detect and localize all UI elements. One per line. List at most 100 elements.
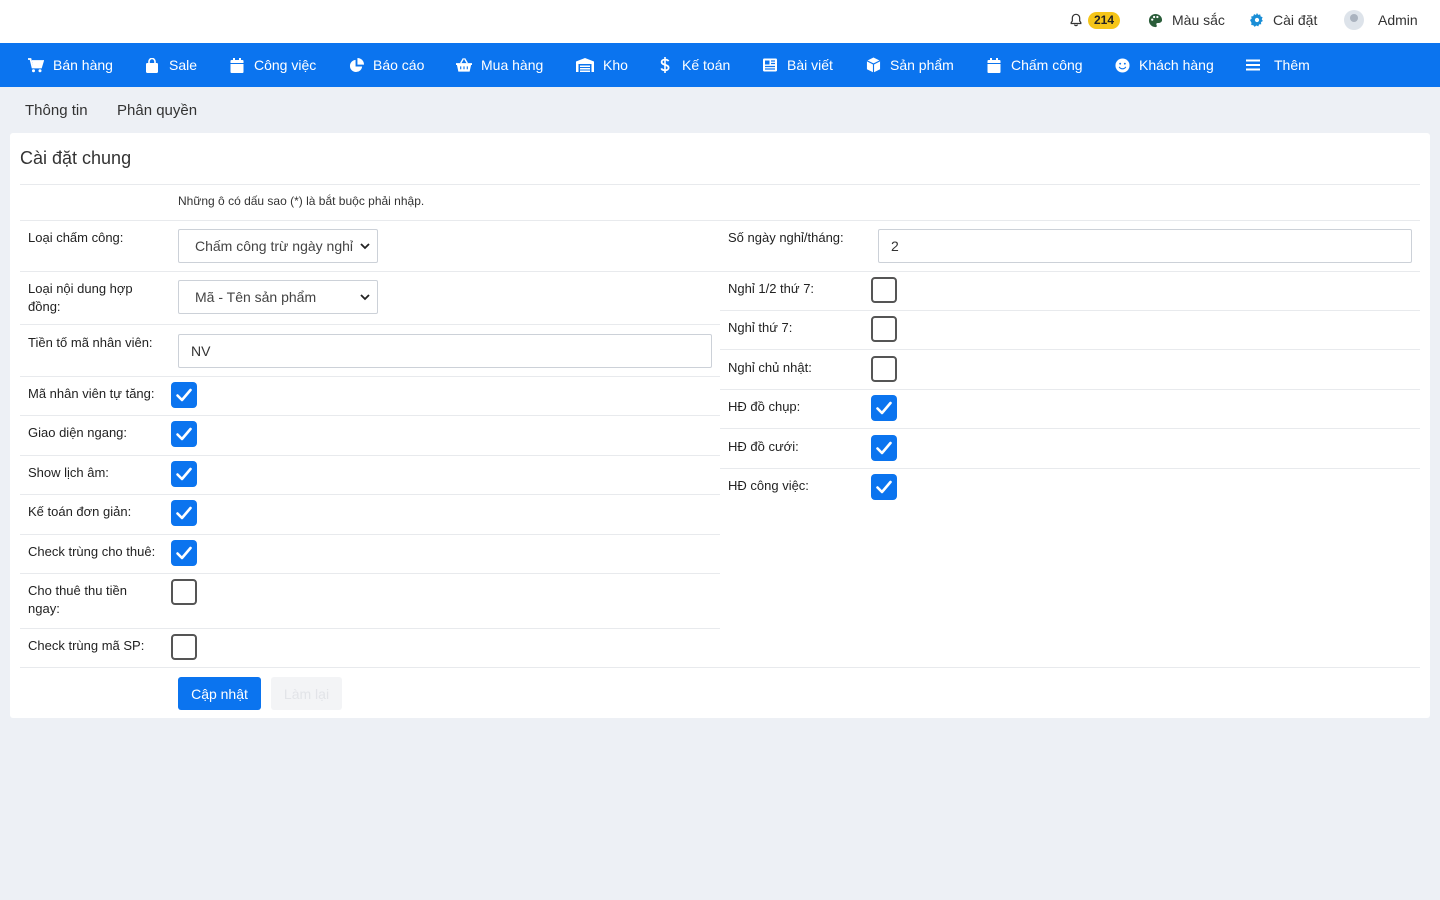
calendar-icon: [986, 57, 1002, 73]
checkbox-label: Cho thuê thu tiền ngay:: [28, 583, 128, 616]
nav-item-ban-hang[interactable]: Bán hàng: [28, 43, 113, 87]
nav-item-san-pham[interactable]: Sản phẩm: [865, 43, 954, 87]
nav-item-sale[interactable]: Sale: [144, 43, 197, 87]
reset-button[interactable]: Làm lại: [271, 677, 342, 710]
settings-label: Cài đặt: [1273, 12, 1318, 28]
half-saturday-off-checkbox[interactable]: [871, 277, 897, 303]
contract-content-select[interactable]: Mã - Tên sản phẩm: [178, 280, 378, 314]
work-contract-checkbox[interactable]: [871, 474, 897, 500]
days-off-input[interactable]: 2: [878, 229, 1412, 263]
nav-label: Công việc: [254, 57, 317, 73]
auto-increment-checkbox[interactable]: [171, 382, 197, 408]
wedding-contract-checkbox[interactable]: [871, 435, 897, 461]
gear-icon: [1250, 13, 1264, 27]
check-icon: [176, 467, 192, 481]
horizontal-layout-checkbox[interactable]: [171, 421, 197, 447]
checkbox-label: Check trùng mã SP:: [28, 638, 145, 653]
newspaper-icon: [762, 57, 778, 73]
notification-button[interactable]: 214: [1069, 0, 1121, 40]
tab-thong-tin[interactable]: Thông tin: [25, 102, 88, 119]
avatar: [1344, 10, 1364, 30]
dollar-icon: [657, 57, 673, 73]
check-icon: [176, 388, 192, 402]
nav-item-ke-toan[interactable]: Kế toán: [657, 43, 730, 87]
attendance-type-value: Chấm công trừ ngày nghỉ: [195, 238, 354, 254]
divider: [20, 455, 720, 456]
checkbox-label: Show lịch âm:: [28, 465, 109, 480]
user-menu[interactable]: Admin: [1344, 0, 1418, 40]
divider: [20, 573, 720, 574]
nav-label: Khách hàng: [1139, 57, 1214, 73]
checkbox-label: Nghỉ thứ 7:: [728, 320, 793, 335]
checkbox-label: Nghỉ 1/2 thứ 7:: [728, 281, 815, 296]
divider: [720, 349, 1420, 350]
check-icon: [176, 506, 192, 520]
checkbox-label: HĐ đồ chụp:: [728, 399, 801, 414]
nav-label: Kho: [603, 57, 628, 73]
nav-label: Mua hàng: [481, 57, 544, 73]
tab-phan-quyen[interactable]: Phân quyền: [117, 102, 197, 119]
simple-accounting-checkbox[interactable]: [171, 500, 197, 526]
basket-icon: [456, 57, 472, 73]
user-name: Admin: [1378, 12, 1418, 28]
notification-count-badge: 214: [1088, 11, 1121, 29]
divider: [20, 184, 1420, 185]
nav-item-kho[interactable]: Kho: [576, 43, 628, 87]
checkbox-label: Check trùng cho thuê:: [28, 544, 156, 559]
divider: [20, 376, 720, 377]
divider: [720, 271, 1420, 272]
divider: [20, 415, 720, 416]
box-icon: [865, 57, 881, 73]
divider: [720, 389, 1420, 390]
top-bar: 214 Màu sắc Cài đặt Admin: [0, 0, 1440, 43]
nav-item-mua-hang[interactable]: Mua hàng: [456, 43, 543, 87]
update-button[interactable]: Cập nhật: [178, 677, 261, 710]
chevron-down-icon: [360, 294, 370, 301]
nav-item-bai-viet[interactable]: Bài viết: [762, 43, 833, 87]
checkbox-label: Kế toán đơn giản:: [28, 504, 132, 519]
saturday-off-checkbox[interactable]: [871, 316, 897, 342]
lunar-calendar-checkbox[interactable]: [171, 461, 197, 487]
page-title: Cài đặt chung: [20, 148, 132, 168]
divider: [20, 271, 720, 272]
sunday-off-checkbox[interactable]: [871, 356, 897, 382]
color-theme-button[interactable]: Màu sắc: [1148, 0, 1225, 40]
menu-icon: [1245, 57, 1261, 73]
nav-item-cong-viec[interactable]: Công việc: [229, 43, 316, 87]
divider: [20, 324, 720, 325]
nav-item-khach-hang[interactable]: Khách hàng: [1114, 43, 1214, 87]
divider: [20, 534, 720, 535]
nav-label: Bài viết: [787, 57, 833, 73]
main-nav: Bán hàng Sale Công việc Báo cáo Mua hàng…: [0, 43, 1440, 87]
checkbox-label: HĐ đồ cưới:: [728, 439, 799, 454]
nav-label: Bán hàng: [53, 57, 113, 73]
cart-icon: [28, 57, 44, 73]
photo-contract-checkbox[interactable]: [871, 395, 897, 421]
attendance-type-select[interactable]: Chấm công trừ ngày nghỉ: [178, 229, 378, 263]
nav-item-bao-cao[interactable]: Báo cáo: [348, 43, 424, 87]
checkbox-label: Nghỉ chủ nhật:: [728, 360, 812, 375]
rental-duplicate-check-checkbox[interactable]: [171, 540, 197, 566]
nav-label: Kế toán: [682, 57, 731, 73]
check-icon: [876, 401, 892, 415]
contract-content-label: Loại nội dung hợp đồng:: [28, 281, 133, 314]
divider: [720, 310, 1420, 311]
attendance-type-label: Loại chấm công:: [28, 230, 124, 245]
nav-item-them[interactable]: Thêm: [1245, 43, 1310, 87]
rental-pay-now-checkbox[interactable]: [171, 579, 197, 605]
product-code-duplicate-checkbox[interactable]: [171, 634, 197, 660]
pie-chart-icon: [348, 57, 364, 73]
chevron-down-icon: [360, 243, 370, 250]
check-icon: [876, 441, 892, 455]
bell-icon: [1069, 13, 1083, 27]
days-off-label: Số ngày nghỉ/tháng:: [728, 230, 844, 245]
check-icon: [176, 427, 192, 441]
color-theme-label: Màu sắc: [1172, 12, 1225, 28]
nav-item-cham-cong[interactable]: Chấm công: [986, 43, 1083, 87]
checkbox-label: HĐ công việc:: [728, 478, 809, 493]
nav-label: Sản phẩm: [890, 57, 954, 73]
divider: [20, 494, 720, 495]
employee-prefix-input[interactable]: NV: [178, 334, 712, 368]
settings-button[interactable]: Cài đặt: [1250, 0, 1317, 40]
contract-content-value: Mã - Tên sản phẩm: [195, 289, 317, 305]
